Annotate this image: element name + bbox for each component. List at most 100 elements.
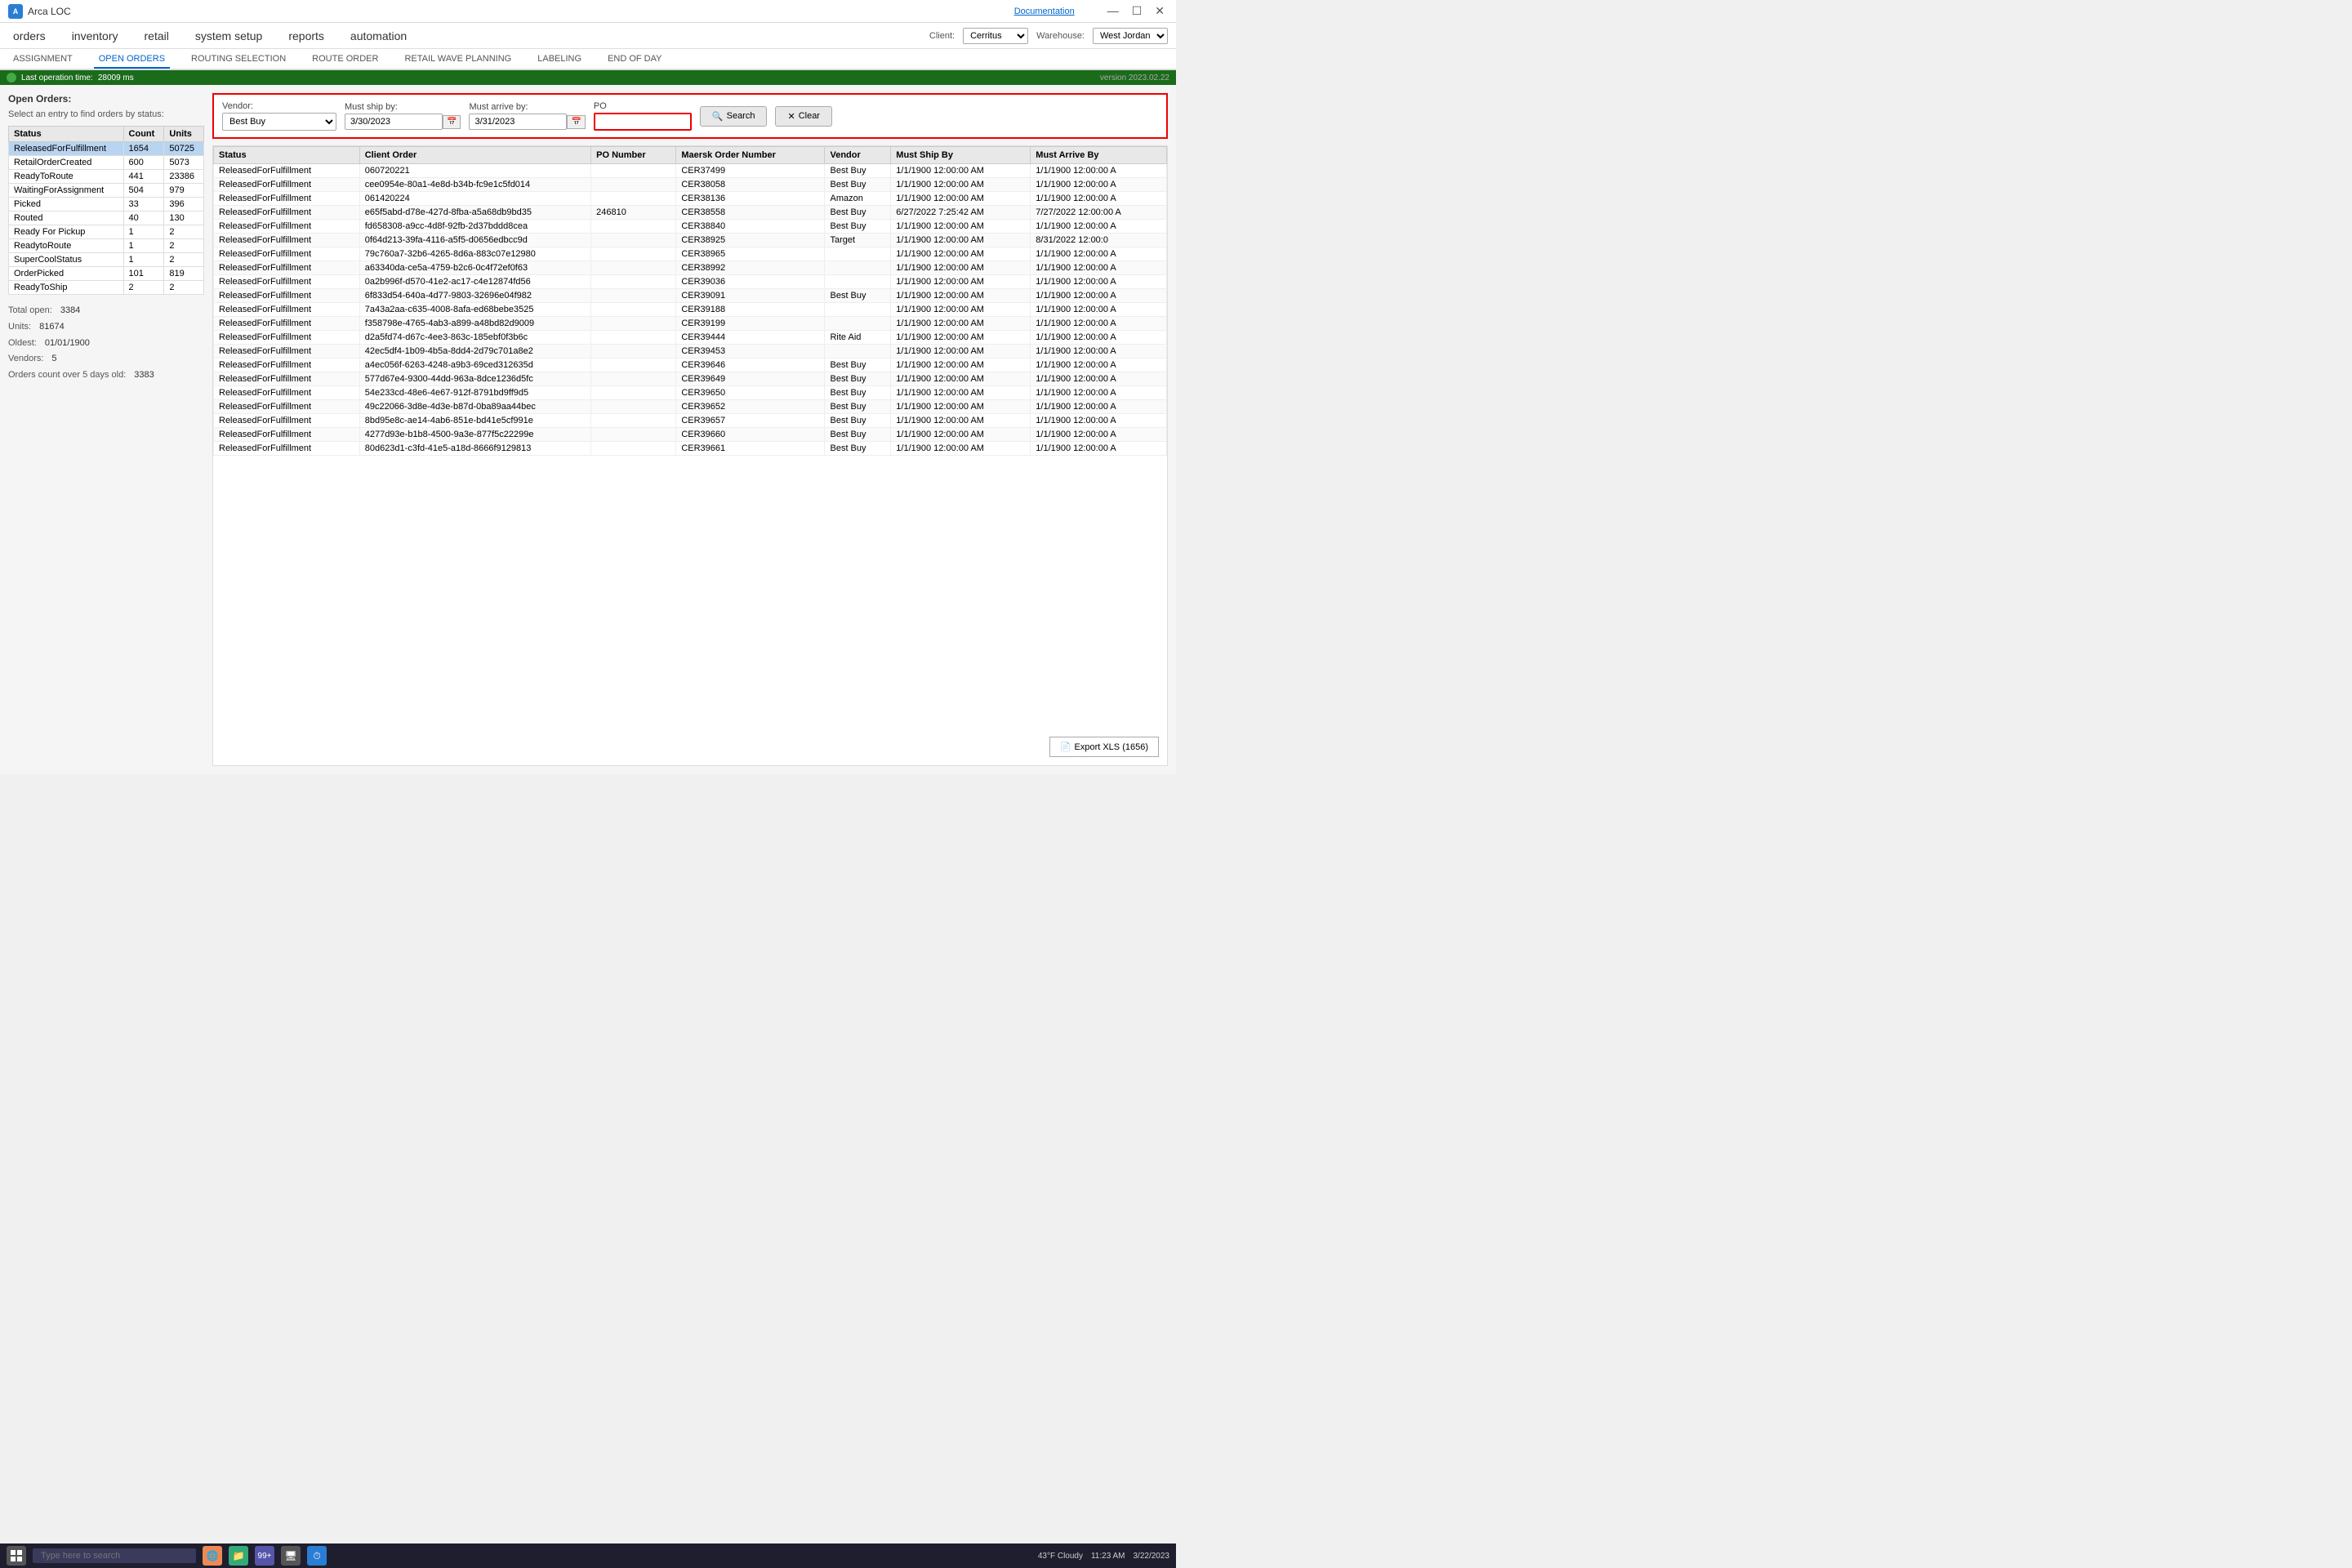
th-status: Status [214,147,360,164]
units-cell: 979 [164,184,204,198]
table-row[interactable]: ReleasedForFulfillment 79c760a7-32b6-426… [214,247,1167,261]
table-row[interactable]: ReleasedForFulfillment e65f5abd-d78e-427… [214,206,1167,220]
total-open-label: Total open: [8,303,52,319]
maersk-cell: CER39650 [676,386,825,400]
table-row[interactable]: ReleasedForFulfillment 0a2b996f-d570-41e… [214,275,1167,289]
table-row[interactable]: ReleasedForFulfillment cee0954e-80a1-4e8… [214,178,1167,192]
status-table-row[interactable]: ReadytoRoute 1 2 [9,239,204,253]
vendor-cell: Best Buy [825,164,891,178]
maersk-cell: CER39444 [676,331,825,345]
table-row[interactable]: ReleasedForFulfillment 8bd95e8c-ae14-4ab… [214,414,1167,428]
menu-orders[interactable]: orders [8,26,51,46]
warehouse-select[interactable]: West Jordan [1093,28,1168,44]
status-cell: WaitingForAssignment [9,184,124,198]
search-button[interactable]: 🔍 Search [700,106,768,127]
po-input[interactable] [594,113,692,131]
operation-time-label: Last operation time: [21,74,93,82]
units-value: 81674 [39,319,65,336]
status-table-row[interactable]: RetailOrderCreated 600 5073 [9,156,204,170]
taskbar-app1-icon[interactable]: 99+ [255,1546,274,1566]
status-cell: ReleasedForFulfillment [214,414,360,428]
client-order-cell: 7a43a2aa-c635-4008-8afa-ed68bebe3525 [359,303,590,317]
status-cell: OrderPicked [9,267,124,281]
table-row[interactable]: ReleasedForFulfillment d2a5fd74-d67c-4ee… [214,331,1167,345]
taskbar-app3-icon[interactable]: ⏱ [307,1546,327,1566]
table-row[interactable]: ReleasedForFulfillment fd658308-a9cc-4d8… [214,220,1167,234]
table-row[interactable]: ReleasedForFulfillment a4ec056f-6263-424… [214,359,1167,372]
menu-automation[interactable]: automation [345,26,412,46]
table-row[interactable]: ReleasedForFulfillment 54e233cd-48e6-4e6… [214,386,1167,400]
must-arrive-cell: 1/1/1900 12:00:00 A [1031,442,1167,456]
subnav-routing-selection[interactable]: ROUTING SELECTION [186,51,291,67]
documentation-link[interactable]: Documentation [1014,7,1075,16]
table-row[interactable]: ReleasedForFulfillment 577d67e4-9300-44d… [214,372,1167,386]
vendor-filter-select[interactable]: Best Buy Amazon Target Rite Aid [222,113,336,131]
table-row[interactable]: ReleasedForFulfillment 6f833d54-640a-4d7… [214,289,1167,303]
must-ship-input[interactable] [345,114,443,130]
table-row[interactable]: ReleasedForFulfillment 49c22066-3d8e-4d3… [214,400,1167,414]
table-row[interactable]: ReleasedForFulfillment 42ec5df4-1b09-4b5… [214,345,1167,359]
client-select[interactable]: Cerritus [963,28,1028,44]
must-arrive-filter-group: Must arrive by: 📅 [469,102,585,130]
status-table-row[interactable]: ReadyToRoute 441 23386 [9,170,204,184]
status-table-row[interactable]: Ready For Pickup 1 2 [9,225,204,239]
client-order-cell: 79c760a7-32b6-4265-8d6a-883c07e12980 [359,247,590,261]
subnav-retail-wave-planning[interactable]: RETAIL WAVE PLANNING [399,51,516,67]
clear-button-label: Clear [799,111,820,121]
status-table-row[interactable]: Picked 33 396 [9,198,204,212]
subnav-route-order[interactable]: ROUTE ORDER [307,51,383,67]
table-row[interactable]: ReleasedForFulfillment 7a43a2aa-c635-400… [214,303,1167,317]
subnav-labeling[interactable]: LABELING [532,51,586,67]
must-arrive-calendar-button[interactable]: 📅 [567,115,585,129]
export-button[interactable]: 📄 Export XLS (1656) [1049,737,1159,757]
status-table-row[interactable]: ReadyToShip 2 2 [9,281,204,295]
table-row[interactable]: ReleasedForFulfillment 061420224 CER3813… [214,192,1167,206]
status-table-row[interactable]: OrderPicked 101 819 [9,267,204,281]
vendor-cell: Best Buy [825,428,891,442]
status-table-row[interactable]: Routed 40 130 [9,212,204,225]
menu-inventory[interactable]: inventory [67,26,123,46]
must-ship-cell: 1/1/1900 12:00:00 AM [891,428,1031,442]
must-ship-cell: 1/1/1900 12:00:00 AM [891,220,1031,234]
po-number-cell: 246810 [591,206,676,220]
taskbar-search-input[interactable] [33,1548,196,1563]
taskbar-app2-icon[interactable]: 🖥 [281,1546,301,1566]
table-row[interactable]: ReleasedForFulfillment 80d623d1-c3fd-41e… [214,442,1167,456]
table-row[interactable]: ReleasedForFulfillment 060720221 CER3749… [214,164,1167,178]
status-table-row[interactable]: ReleasedForFulfillment 1654 50725 [9,142,204,156]
units-cell: 396 [164,198,204,212]
must-arrive-date-wrapper: 📅 [469,114,585,130]
menu-system-setup[interactable]: system setup [190,26,267,46]
th-vendor: Vendor [825,147,891,164]
taskbar-files-icon[interactable]: 📁 [229,1546,248,1566]
maximize-button[interactable]: ☐ [1129,4,1146,18]
data-table: Status Client Order PO Number Maersk Ord… [213,146,1167,456]
client-order-cell: 54e233cd-48e6-4e67-912f-8791bd9ff9d5 [359,386,590,400]
taskbar-right: 43°F Cloudy 11:23 AM 3/22/2023 [1038,1552,1169,1561]
subnav-assignment[interactable]: ASSIGNMENT [8,51,78,67]
close-button[interactable]: ✕ [1152,4,1168,18]
must-arrive-cell: 1/1/1900 12:00:00 A [1031,414,1167,428]
subnav-open-orders[interactable]: OPEN ORDERS [94,51,170,69]
menu-reports[interactable]: reports [283,26,329,46]
table-row[interactable]: ReleasedForFulfillment 4277d93e-b1b8-450… [214,428,1167,442]
table-row[interactable]: ReleasedForFulfillment 0f64d213-39fa-411… [214,234,1167,247]
table-row[interactable]: ReleasedForFulfillment f358798e-4765-4ab… [214,317,1167,331]
table-row[interactable]: ReleasedForFulfillment a63340da-ce5a-475… [214,261,1167,275]
must-arrive-input[interactable] [469,114,567,130]
minimize-button[interactable]: — [1104,4,1122,18]
clear-button[interactable]: ✕ Clear [775,106,832,127]
must-ship-cell: 1/1/1900 12:00:00 AM [891,289,1031,303]
status-table-row[interactable]: WaitingForAssignment 504 979 [9,184,204,198]
windows-start-button[interactable] [7,1546,26,1566]
client-order-cell: f358798e-4765-4ab3-a899-a48bd82d9009 [359,317,590,331]
maersk-cell: CER39652 [676,400,825,414]
must-ship-calendar-button[interactable]: 📅 [443,115,461,129]
status-cell: ReleasedForFulfillment [214,178,360,192]
subnav-end-of-day[interactable]: END OF DAY [603,51,666,67]
taskbar-browser-icon[interactable]: 🌐 [203,1546,222,1566]
menu-retail[interactable]: retail [140,26,174,46]
status-cell: ReleasedForFulfillment [214,234,360,247]
status-table-row[interactable]: SuperCoolStatus 1 2 [9,253,204,267]
data-table-wrapper: Status Client Order PO Number Maersk Ord… [212,145,1168,766]
